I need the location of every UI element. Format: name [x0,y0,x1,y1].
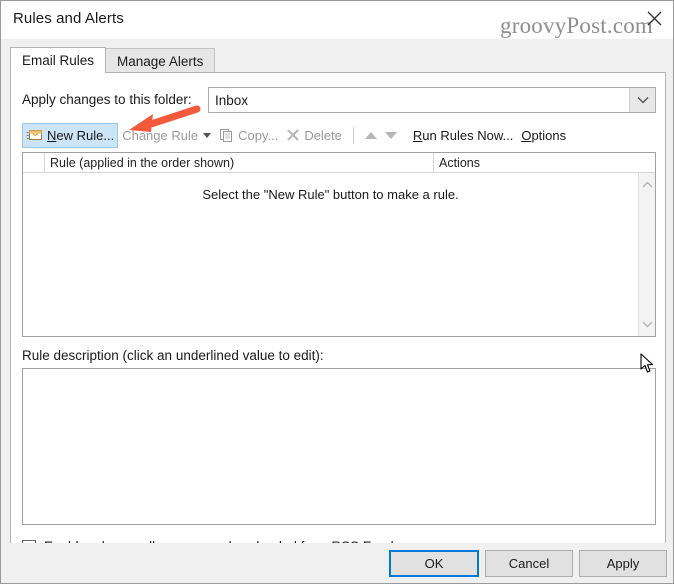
rules-list-scrollbar[interactable] [638,173,655,336]
rule-description-label: Rule description (click an underlined va… [22,348,324,363]
apply-button[interactable]: Apply [579,550,667,577]
title-bar: Rules and Alerts groovyPost.com [1,1,673,39]
folder-row: Apply changes to this folder: Inbox [22,87,656,113]
chevron-down-icon[interactable] [629,88,655,112]
dialog-footer: OK Cancel Apply [1,543,673,583]
tab-email-rules-label: Email Rules [22,53,95,68]
change-rule-button[interactable]: Change Rule [118,123,215,147]
rules-list-canvas[interactable]: Select the "New Rule" button to make a r… [23,173,638,336]
folder-combobox[interactable]: Inbox [208,87,656,113]
rules-list-header: Rule (applied in the order shown) Action… [23,153,655,173]
copy-icon [219,128,234,142]
page-title: Rules and Alerts [13,10,124,27]
tab-strip: Email Rules Manage Alerts [10,47,216,73]
watermark-text: groovyPost.com [500,13,653,38]
toolbar-separator [352,126,354,144]
delete-icon [286,128,300,142]
run-rules-now-button[interactable]: Run Rules Now... [409,123,517,147]
delete-label: Delete [304,127,342,143]
move-rule-up-button[interactable] [361,123,381,147]
new-rule-button[interactable]: New Rule... [22,122,119,148]
options-button[interactable]: Options [517,123,570,147]
rule-description-box[interactable] [22,368,656,525]
folder-label: Apply changes to this folder: [22,92,192,107]
rules-and-alerts-dialog: Rules and Alerts groovyPost.com Email Ru… [0,0,674,584]
run-rules-now-label: Run Rules Now... [412,127,514,143]
options-label: Options [521,127,567,143]
rules-list-gutter [23,153,45,172]
ok-button[interactable]: OK [389,550,479,577]
tab-manage-alerts[interactable]: Manage Alerts [105,48,216,73]
column-header-actions[interactable]: Actions [434,153,637,172]
chevron-down-icon [203,132,212,138]
header-spacer [637,153,655,172]
cancel-button[interactable]: Cancel [485,550,573,577]
dialog-body: Email Rules Manage Alerts Apply changes … [1,39,673,583]
delete-button[interactable]: Delete [282,123,346,147]
tab-email-rules[interactable]: Email Rules [10,47,107,73]
move-rule-down-button[interactable] [381,123,401,147]
arrow-up-icon [364,131,377,139]
email-rules-tab-page: Apply changes to this folder: Inbox New … [10,72,666,576]
close-button[interactable] [637,3,671,33]
chevron-up-icon[interactable] [642,176,653,194]
copy-button[interactable]: Copy... [215,123,282,147]
folder-combobox-value: Inbox [215,92,249,108]
new-rule-icon [26,128,43,142]
arrow-down-icon [384,131,397,139]
rules-toolbar: New Rule... Change Rule Copy... Delete R… [22,122,656,148]
copy-label: Copy... [238,127,279,143]
close-icon [647,11,662,26]
rules-list: Rule (applied in the order shown) Action… [22,152,656,337]
tab-manage-alerts-label: Manage Alerts [117,53,204,69]
new-rule-label: New Rule... [47,127,115,143]
change-rule-label: Change Rule [122,127,199,143]
rules-list-body: Select the "New Rule" button to make a r… [23,173,655,336]
chevron-down-icon[interactable] [642,315,653,333]
rules-list-empty-message: Select the "New Rule" button to make a r… [202,187,459,202]
column-header-rule[interactable]: Rule (applied in the order shown) [45,153,434,172]
